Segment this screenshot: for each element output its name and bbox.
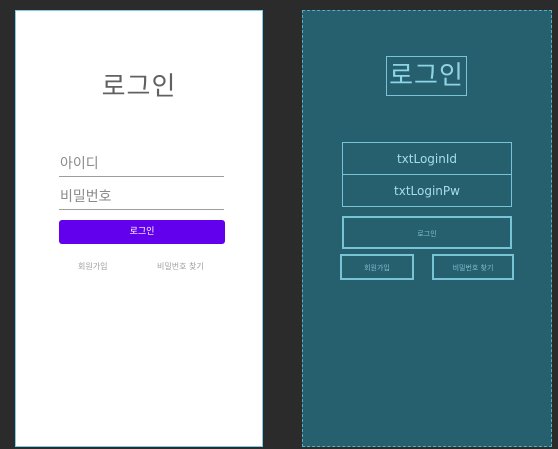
blueprint-id-input[interactable]: txtLoginId: [342, 142, 512, 175]
signup-button[interactable]: 회원가입: [78, 261, 107, 272]
blueprint-login-title[interactable]: 로그인: [386, 56, 467, 96]
login-button[interactable]: 로그인: [59, 220, 225, 244]
login-id-input[interactable]: 아이디: [59, 155, 224, 177]
find-password-button[interactable]: 비밀번호 찾기: [157, 261, 204, 272]
blueprint-password-input[interactable]: txtLoginPw: [342, 174, 512, 207]
login-password-input[interactable]: 비밀번호: [59, 188, 224, 210]
blueprint-preview[interactable]: 로그인 txtLoginId txtLoginPw 로그인 회원가입 비밀번호 …: [302, 10, 552, 447]
blueprint-find-password-button[interactable]: 비밀번호 찾기: [432, 254, 514, 280]
login-title: 로그인: [101, 72, 177, 102]
blueprint-login-button[interactable]: 로그인: [342, 216, 512, 249]
blueprint-signup-button[interactable]: 회원가입: [340, 254, 414, 280]
design-preview[interactable]: 로그인 아이디 비밀번호 로그인 회원가입 비밀번호 찾기: [15, 10, 263, 447]
